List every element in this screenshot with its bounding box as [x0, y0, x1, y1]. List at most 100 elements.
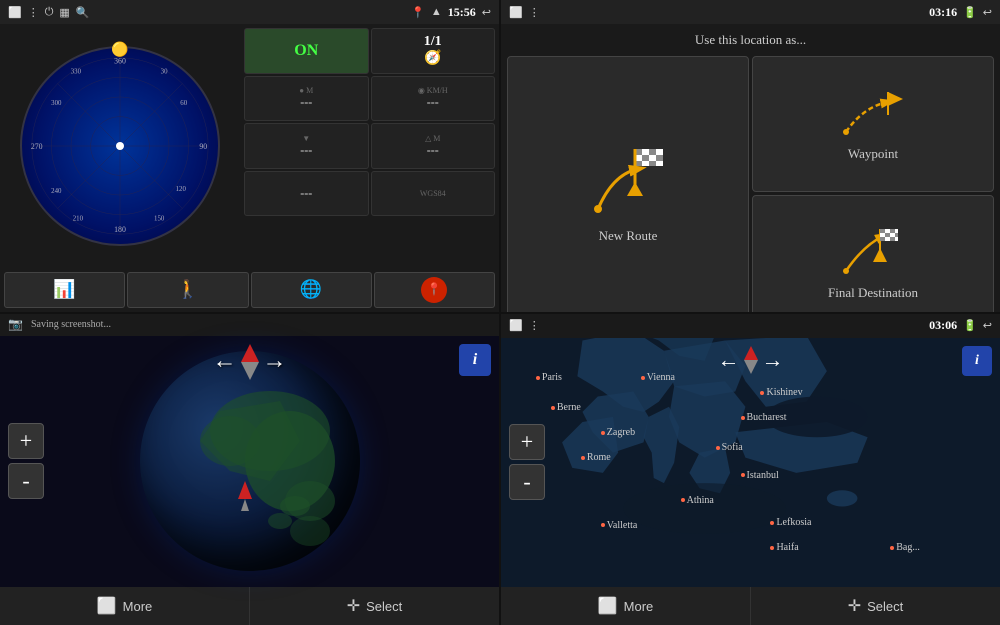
location-panel: ⬜ ⋮ 03:16 🔋 ↩ Use this location as...	[501, 0, 1000, 312]
vienna-dot	[641, 376, 645, 380]
bucharest-label: Bucharest	[747, 412, 787, 423]
globe-zoom-out-button[interactable]: -	[8, 463, 44, 499]
gps-value4: ---	[300, 186, 312, 201]
gps-bearing-cell: ▼ ---	[244, 123, 369, 169]
search-icon: 🔍	[76, 6, 90, 19]
athina-dot	[681, 498, 685, 502]
haifa-label: Haifa	[776, 542, 798, 553]
eur-compass-indicator	[744, 346, 758, 374]
svg-text:60: 60	[180, 100, 187, 107]
eur-left-arrow[interactable]: ←	[718, 347, 740, 373]
globe-bottom-bar: ⬜ More ✛ Select	[0, 587, 499, 625]
city-bucharest: Bucharest	[741, 412, 787, 423]
gps-signal-icon: 📍	[411, 6, 425, 19]
gps-panel: ⬜ ⋮ ⏻ ▦ 🔍 📍 ▲ 15:56 ↩	[0, 0, 499, 312]
svg-text:240: 240	[51, 188, 62, 195]
city-valletta: Valletta	[601, 520, 638, 531]
globe-nav-arrows: ← →	[213, 344, 287, 380]
globe-zoom-in-button[interactable]: +	[8, 423, 44, 459]
eur-time: 03:06	[929, 318, 957, 333]
gps-on-cell[interactable]: ON	[244, 28, 369, 74]
globe-more-label: More	[123, 599, 153, 614]
city-istanbul: Istanbul	[741, 470, 779, 481]
europe-more-button[interactable]: ⬜ More	[501, 587, 751, 625]
eur-select-icon: ✛	[848, 596, 861, 616]
globe-content: ← → i + -	[0, 336, 499, 588]
time-display: 15:56	[448, 5, 476, 20]
loc-status-left: ⬜ ⋮	[509, 6, 540, 19]
waypoint-button[interactable]: Waypoint	[752, 56, 994, 192]
city-haifa: Haifa	[770, 542, 798, 553]
globe-right-arrow[interactable]: →	[263, 348, 287, 375]
gps-status-left-icons: ⬜ ⋮ ⏻ ▦ 🔍	[8, 6, 90, 19]
svg-text:90: 90	[199, 142, 207, 151]
eur-compass-south	[744, 360, 758, 374]
city-lefkosia: Lefkosia	[770, 517, 811, 528]
gps-speed-cell: ◉ km/h ---	[371, 76, 496, 122]
new-route-button[interactable]: New Route	[507, 56, 749, 312]
lefkosia-label: Lefkosia	[776, 517, 811, 528]
city-rome: Rome	[581, 452, 611, 463]
svg-text:270: 270	[31, 142, 43, 151]
rome-label: Rome	[587, 452, 611, 463]
eur-zoom-out-button[interactable]: -	[509, 464, 545, 500]
europe-map: Paris Berne Zagreb Vienna Kishinev Bucha…	[501, 338, 1000, 588]
svg-text:120: 120	[176, 186, 187, 193]
globe-info-button[interactable]: i	[459, 344, 491, 376]
gps-walk-btn[interactable]: 🚶	[127, 272, 248, 308]
eur-zoom-in-button[interactable]: +	[509, 424, 545, 460]
waypoint-icon	[838, 87, 908, 142]
eur-more-icon: ⬜	[598, 596, 618, 616]
location-grid: New Route Waypoint	[501, 52, 1000, 312]
eur-right-arrow[interactable]: →	[762, 347, 784, 373]
more-icon: ⬜	[97, 596, 117, 616]
europe-nav-arrows: ← →	[718, 346, 784, 374]
window-icon: ⬜	[8, 6, 22, 19]
gps-fraction-cell[interactable]: 1/1 🧭	[371, 28, 496, 74]
waypoint-label: Waypoint	[848, 146, 898, 162]
valletta-label: Valletta	[607, 520, 638, 531]
final-destination-label: Final Destination	[828, 285, 918, 301]
globe-topbar: 📷 Saving screenshot...	[0, 314, 499, 336]
globe-select-label: Select	[366, 599, 402, 614]
compass-area: 360 180 90 270 30 60 120 150 330 300 240…	[0, 24, 240, 268]
location-inner: Use this location as...	[501, 24, 1000, 312]
city-athina: Athina	[681, 495, 714, 506]
city-paris: Paris	[536, 372, 562, 383]
paris-label: Paris	[542, 372, 562, 383]
climb-value: ---	[427, 143, 439, 158]
svg-text:330: 330	[71, 68, 82, 75]
globe-panel: 📷 Saving screenshot...	[0, 314, 499, 625]
new-route-icon	[583, 144, 673, 224]
gps-chart-btn[interactable]: 📊	[4, 272, 125, 308]
gps-data-grid: ON 1/1 🧭 ● m --- ◉ km/h --- ▼ --- △ m	[240, 24, 499, 268]
europe-info-button[interactable]: i	[962, 346, 992, 376]
bucharest-dot	[741, 416, 745, 420]
final-destination-button[interactable]: Final Destination	[752, 195, 994, 311]
eur-back-icon: ↩	[983, 319, 992, 332]
gps-on-label: ON	[294, 42, 318, 60]
loc-back-icon: ↩	[983, 6, 992, 19]
globe-left-arrow[interactable]: ←	[213, 348, 237, 375]
sofia-dot	[716, 446, 720, 450]
globe-landmass-svg	[140, 351, 360, 571]
globe-more-button[interactable]: ⬜ More	[0, 587, 250, 625]
gps-pin-btn[interactable]: 📍	[374, 272, 495, 308]
compass-center	[116, 142, 124, 150]
istanbul-dot	[741, 473, 745, 477]
haifa-dot	[770, 546, 774, 550]
saving-text: Saving screenshot...	[31, 319, 111, 330]
sofia-label: Sofia	[722, 442, 743, 453]
bearing-value: ---	[300, 143, 312, 158]
athina-label: Athina	[687, 495, 714, 506]
select-icon: ✛	[347, 596, 360, 616]
loc-status-right: 03:16 🔋 ↩	[929, 5, 992, 20]
europe-select-button[interactable]: ✛ Select	[751, 587, 1000, 625]
gps-globe-btn[interactable]: 🌐	[251, 272, 372, 308]
speed-value: ---	[427, 95, 439, 110]
globe-select-button[interactable]: ✛ Select	[250, 587, 499, 625]
info-icon: i	[473, 351, 477, 369]
berne-label: Berne	[557, 402, 581, 413]
city-kishinev: Kishinev	[760, 387, 802, 398]
gps-red-pin: 📍	[421, 277, 447, 303]
